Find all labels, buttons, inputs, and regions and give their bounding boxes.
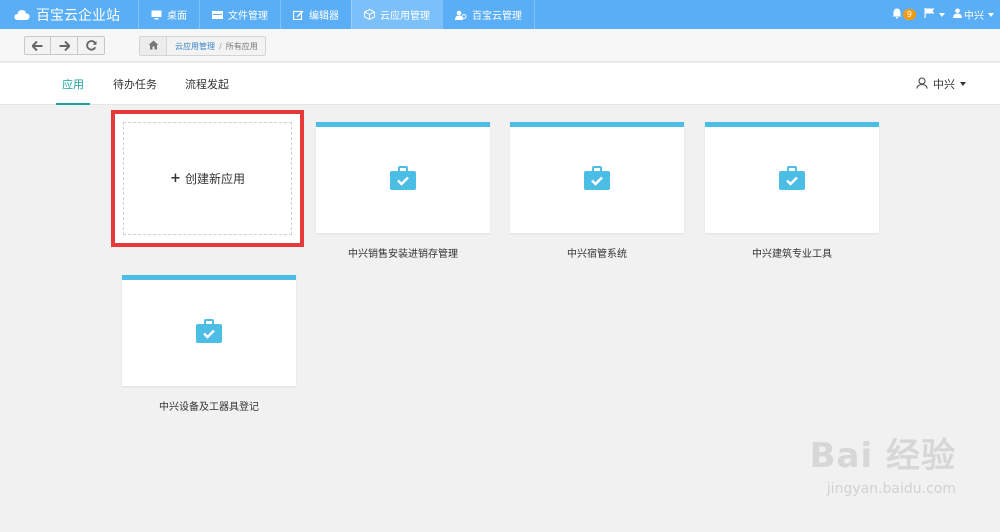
chevron-down-icon	[960, 82, 966, 86]
app-card-body	[122, 275, 296, 386]
brand-title: 百宝云企业站	[36, 7, 120, 24]
main-nav: 桌面 文件管理 编辑器 云应用管理 百宝云管理	[138, 0, 535, 29]
monitor-icon	[151, 10, 162, 20]
nav-baibao-manager[interactable]: 百宝云管理	[442, 0, 535, 29]
bell-icon	[892, 8, 902, 22]
nav-editor[interactable]: 编辑器	[280, 0, 351, 29]
watermark-brand: Bai 经验	[809, 436, 956, 476]
toolbar: 云应用管理 / 所有应用	[0, 29, 1000, 62]
user-menu-name: 中兴	[933, 78, 955, 91]
forward-button[interactable]	[51, 36, 78, 55]
breadcrumb-home-button[interactable]	[140, 37, 167, 55]
nav-desktop[interactable]: 桌面	[138, 0, 199, 29]
chevron-down-icon	[988, 12, 994, 17]
tab-bar: 应用 待办任务 流程发起 中兴	[0, 63, 1000, 105]
breadcrumb-path: 云应用管理 / 所有应用	[167, 37, 265, 55]
user-icon	[953, 8, 962, 21]
refresh-button[interactable]	[78, 36, 105, 55]
cloud-icon	[14, 9, 30, 21]
breadcrumb-current: 所有应用	[225, 41, 258, 51]
app-name: 中兴设备及工器具登记	[159, 402, 259, 413]
briefcase-check-icon	[390, 166, 416, 194]
brand[interactable]: 百宝云企业站	[14, 0, 120, 29]
user-account-name: 中兴	[964, 11, 984, 22]
tab-start-process[interactable]: 流程发起	[185, 63, 229, 105]
nav-cloud-app-manager-label: 云应用管理	[380, 11, 430, 22]
tab-pending-tasks[interactable]: 待办任务	[113, 63, 157, 105]
nav-desktop-label: 桌面	[167, 11, 187, 22]
arrow-right-icon	[59, 36, 71, 55]
user-account-button[interactable]: 中兴	[953, 7, 994, 22]
breadcrumb: 云应用管理 / 所有应用	[139, 36, 266, 56]
tab-pending-tasks-label: 待办任务	[113, 78, 157, 91]
watermark: Bai 经验 jingyan.baidu.com	[810, 428, 956, 497]
top-navbar: 百宝云企业站 桌面 文件管理 编辑器 云应用管理 百宝云管理 9 中兴	[0, 0, 1000, 29]
user-menu[interactable]: 中兴	[916, 63, 966, 105]
app-card-body	[705, 122, 879, 233]
chevron-down-icon	[939, 12, 945, 17]
nav-file-manager[interactable]: 文件管理	[199, 0, 280, 29]
briefcase-check-icon	[779, 166, 805, 194]
plus-icon: +	[170, 171, 181, 186]
app-card[interactable]: 中兴建筑专业工具	[705, 122, 879, 260]
user-outline-icon	[916, 76, 929, 92]
create-app-dropzone: + 创建新应用	[123, 122, 292, 235]
breadcrumb-link[interactable]: 云应用管理	[175, 41, 215, 52]
tab-apps-label: 应用	[62, 78, 84, 91]
app-card[interactable]: 中兴销售安装进销存管理	[316, 122, 490, 260]
app-card[interactable]: 中兴设备及工器具登记	[122, 275, 296, 413]
nav-editor-label: 编辑器	[309, 11, 339, 22]
create-app-label: 创建新应用	[184, 172, 245, 186]
app-name: 中兴建筑专业工具	[752, 249, 832, 260]
users-icon	[455, 10, 467, 20]
cube-icon	[364, 9, 375, 20]
breadcrumb-separator: /	[219, 41, 222, 51]
tab-start-process-label: 流程发起	[185, 78, 229, 91]
home-icon	[148, 40, 159, 52]
edit-icon	[293, 10, 304, 20]
briefcase-check-icon	[196, 319, 222, 347]
topbar-right: 9 中兴	[884, 0, 994, 29]
nav-baibao-manager-label: 百宝云管理	[472, 11, 522, 22]
flag-icon	[924, 8, 935, 21]
notification-badge: 9	[902, 9, 916, 20]
nav-file-manager-label: 文件管理	[228, 11, 268, 22]
nav-cloud-app-manager[interactable]: 云应用管理	[351, 0, 442, 29]
refresh-icon	[85, 36, 97, 55]
app-name: 中兴销售安装进销存管理	[348, 249, 458, 260]
briefcase-check-icon	[584, 166, 610, 194]
app-name: 中兴宿管系统	[567, 249, 627, 260]
app-card-body	[316, 122, 490, 233]
app-card-body	[510, 122, 684, 233]
create-app-card[interactable]: + 创建新应用	[111, 110, 304, 247]
history-buttons	[24, 36, 105, 55]
tab-apps[interactable]: 应用	[56, 63, 90, 105]
flag-menu-button[interactable]	[924, 8, 945, 21]
back-button[interactable]	[24, 36, 51, 55]
watermark-url: jingyan.baidu.com	[826, 481, 956, 497]
app-card[interactable]: 中兴宿管系统	[510, 122, 684, 260]
arrow-left-icon	[31, 36, 43, 55]
folder-icon	[212, 10, 223, 20]
notifications-button[interactable]: 9	[892, 8, 916, 22]
